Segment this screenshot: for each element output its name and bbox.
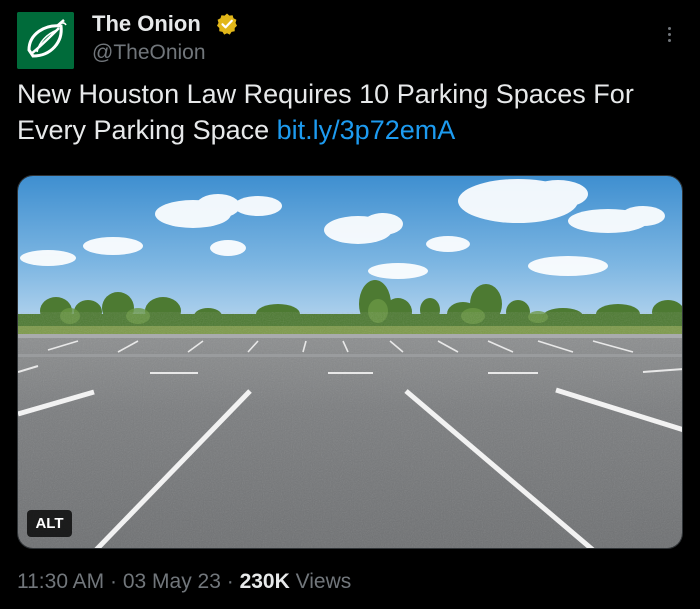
onion-logo-icon: [17, 12, 74, 69]
author-handle[interactable]: @TheOnion: [92, 39, 206, 67]
tweet: The Onion @TheOnion New Houston Law Requ…: [0, 0, 700, 609]
more-dot: [668, 39, 671, 42]
tweet-date[interactable]: 03 May 23: [123, 570, 221, 593]
more-dot: [668, 33, 671, 36]
views-label: Views: [289, 570, 352, 593]
meta-separator: ·: [220, 570, 240, 593]
meta-separator: ·: [104, 570, 123, 593]
tweet-time[interactable]: 11:30 AM: [17, 570, 104, 593]
tweet-meta: 11:30 AM · 03 May 23 · 230K Views: [17, 568, 351, 596]
author-name[interactable]: The Onion: [92, 10, 201, 38]
more-options-icon[interactable]: [660, 22, 680, 48]
tweet-link[interactable]: bit.ly/3p72emA: [277, 115, 456, 145]
tweet-image[interactable]: [17, 175, 683, 549]
views-count[interactable]: 230K: [240, 570, 290, 593]
verified-badge-icon: [217, 13, 237, 35]
more-dot: [668, 27, 671, 30]
tweet-text: New Houston Law Requires 10 Parking Spac…: [17, 76, 687, 148]
alt-text-button[interactable]: ALT: [27, 510, 72, 537]
avatar[interactable]: [17, 12, 74, 69]
parking-lot-photo: [18, 176, 682, 548]
